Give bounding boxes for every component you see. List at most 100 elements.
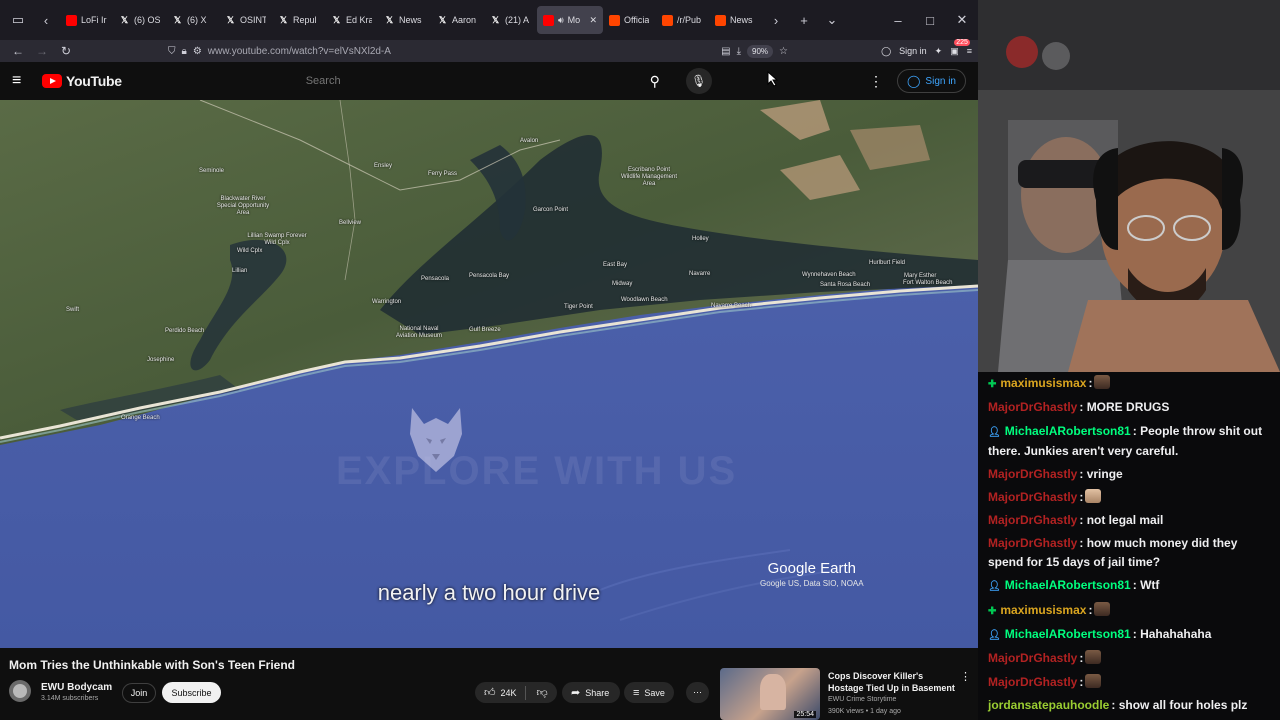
recommended-video[interactable]: 25:54 Cops Discover Killer's Hostage Tie… bbox=[720, 668, 978, 720]
extensions-icon[interactable]: ✦ bbox=[935, 46, 943, 57]
recommended-kebab-icon[interactable]: ⋮ bbox=[960, 670, 971, 683]
bookmark-star-icon[interactable]: ☆ bbox=[779, 46, 788, 57]
browser-tab[interactable]: 𝕏 Repul bbox=[272, 6, 325, 34]
reddit-favicon-icon bbox=[715, 14, 726, 26]
nav-right: ◯ Sign in ✦ ▣ 225 ≡ bbox=[881, 38, 972, 57]
list-tabs-icon[interactable]: ⌄ bbox=[818, 6, 846, 34]
minimize-icon[interactable]: – bbox=[882, 6, 914, 34]
like-count[interactable]: 24K bbox=[501, 688, 517, 698]
forward-icon[interactable]: → bbox=[30, 41, 54, 61]
scroll-tabs-left-icon[interactable]: ‹ bbox=[32, 6, 60, 34]
reload-icon[interactable]: ↻ bbox=[54, 41, 78, 61]
channel-name[interactable]: EWU Bodycam bbox=[41, 682, 112, 693]
map-place-label: Santa Rosa Beach bbox=[820, 282, 871, 288]
scroll-tabs-right-icon[interactable]: › bbox=[762, 6, 790, 34]
chat-username[interactable]: MajorDrGhastly bbox=[988, 513, 1077, 527]
chat-username[interactable]: MajorDrGhastly bbox=[988, 536, 1077, 550]
browser-tab[interactable]: Officia bbox=[603, 6, 656, 34]
download-icon[interactable]: ⤓ bbox=[737, 46, 741, 57]
account-icon[interactable]: ◯ bbox=[881, 46, 891, 57]
video-title: Mom Tries the Unthinkable with Son's Tee… bbox=[9, 658, 295, 672]
permissions-icon[interactable]: ⚙ bbox=[193, 46, 202, 57]
browser-tab[interactable]: 𝕏 News bbox=[378, 6, 431, 34]
chat-username[interactable]: jordansatepauhoodle bbox=[988, 698, 1109, 712]
map-place-label: Midway bbox=[612, 281, 633, 287]
url-text[interactable]: www.youtube.com/watch?v=elVsNXl2d-A bbox=[208, 46, 391, 57]
browser-tab[interactable]: /r/Pub bbox=[656, 6, 709, 34]
zoom-level[interactable]: 90% bbox=[747, 44, 774, 58]
tab-label: /r/Pub bbox=[677, 15, 702, 25]
recommended-channel[interactable]: EWU Crime Storytime bbox=[828, 696, 896, 703]
search-input[interactable] bbox=[301, 67, 638, 95]
browser-tab[interactable]: 🔊︎ Mo ✕ bbox=[537, 6, 603, 34]
video-player[interactable]: Seminole Blackwater River Special Opportu… bbox=[0, 100, 978, 648]
reddit-favicon-icon bbox=[662, 14, 673, 26]
chat-username[interactable]: MajorDrGhastly bbox=[988, 467, 1077, 481]
tab-label: News bbox=[399, 15, 422, 25]
maximize-icon[interactable]: □ bbox=[914, 6, 946, 34]
app-menu-icon[interactable]: ≡ bbox=[967, 46, 972, 56]
hamburger-menu-icon[interactable]: ≡ bbox=[12, 72, 32, 90]
chat-username[interactable]: MichaelARobertson81 bbox=[1005, 424, 1131, 438]
browser-tab[interactable]: 𝕏 (21) A bbox=[484, 6, 537, 34]
extension-badge-icon[interactable]: ▣ 225 bbox=[950, 38, 970, 57]
chat-username[interactable]: MajorDrGhastly bbox=[988, 400, 1077, 414]
chat-message: MajorDrGhastly: bbox=[988, 671, 1272, 694]
lock-icon[interactable]: 🔒︎ bbox=[182, 46, 187, 57]
browser-tab[interactable]: LoFi Ir bbox=[60, 6, 113, 34]
settings-kebab-icon[interactable]: ⋮ bbox=[869, 73, 883, 90]
x-logo-icon: 𝕏 bbox=[332, 14, 341, 25]
subscribe-button[interactable]: Subscribe bbox=[162, 682, 221, 703]
close-window-icon[interactable]: ✕ bbox=[946, 6, 978, 34]
map-place-label: East Bay bbox=[603, 262, 628, 268]
browser-tab[interactable]: 𝕏 (6) X bbox=[166, 6, 219, 34]
browser-tab[interactable]: 𝕏 (6) OS bbox=[113, 6, 166, 34]
search-icon[interactable]: ⚲ bbox=[638, 67, 672, 95]
chat-text: : Wtf bbox=[1132, 578, 1160, 593]
more-actions-icon[interactable]: ⋯ bbox=[686, 682, 709, 703]
user-badge-icon: 👤︎ bbox=[988, 581, 1001, 593]
map-place-label: Swift bbox=[66, 307, 80, 313]
chat-emote-icon bbox=[1094, 601, 1111, 616]
webcam-image bbox=[978, 0, 1280, 372]
close-tab-icon[interactable]: ✕ bbox=[589, 15, 597, 26]
chat-username[interactable]: maximusismax bbox=[1000, 376, 1086, 390]
youtube-play-icon bbox=[42, 74, 62, 88]
back-icon[interactable]: ← bbox=[6, 41, 30, 61]
browser-window: ▭ ‹ LoFi Ir 𝕏 (6) OS 𝕏 (6) X 𝕏 OSINT 𝕏 Repul 𝕏 Ed … bbox=[0, 0, 978, 720]
share-button[interactable]: ➦ Share bbox=[562, 682, 620, 703]
microphone-icon[interactable]: 🎙︎ bbox=[685, 68, 712, 94]
yt-sign-in-button[interactable]: ◯ Sign in bbox=[896, 69, 966, 93]
chat-username[interactable]: MajorDrGhastly bbox=[988, 490, 1077, 504]
join-button[interactable]: Join bbox=[122, 683, 156, 703]
browser-tab[interactable]: 𝕏 Aaron bbox=[431, 6, 484, 34]
tab-overview-icon[interactable]: ▭ bbox=[4, 6, 32, 34]
map-place-label: Seminole bbox=[199, 168, 225, 174]
tab-label: (6) X bbox=[187, 15, 207, 25]
channel-avatar[interactable] bbox=[9, 680, 31, 702]
chat-message: MajorDrGhastly: bbox=[988, 647, 1272, 670]
url-bar[interactable]: ⛉ 🔒︎ ⚙ www.youtube.com/watch?v=elVsNXl2d… bbox=[168, 41, 788, 61]
chat-username[interactable]: MichaelARobertson81 bbox=[1005, 627, 1131, 641]
chat-username[interactable]: MajorDrGhastly bbox=[988, 651, 1077, 665]
tab-audio-icon[interactable]: 🔊︎ bbox=[558, 15, 564, 26]
chat-username[interactable]: maximusismax bbox=[1000, 603, 1086, 617]
browser-sign-in[interactable]: Sign in bbox=[899, 46, 927, 56]
chat-username[interactable]: MichaelARobertson81 bbox=[1005, 578, 1131, 592]
shield-icon[interactable]: ⛉ bbox=[168, 46, 176, 57]
youtube-logo[interactable]: YouTube bbox=[42, 73, 122, 89]
chat-emote-icon bbox=[1085, 673, 1102, 688]
browser-tab[interactable]: News bbox=[709, 6, 762, 34]
browser-tab[interactable]: 𝕏 Ed Kra bbox=[325, 6, 378, 34]
x-logo-icon: 𝕏 bbox=[120, 14, 129, 25]
new-tab-icon[interactable]: + bbox=[790, 6, 818, 34]
thumbs-down-icon[interactable]: 👎︎ bbox=[537, 686, 548, 699]
browser-tab[interactable]: 𝕏 OSINT bbox=[219, 6, 272, 34]
reader-view-icon[interactable]: ▤ bbox=[721, 46, 730, 57]
recommended-thumbnail[interactable]: 25:54 bbox=[720, 668, 820, 720]
recommended-title[interactable]: Cops Discover Killer's Hostage Tied Up i… bbox=[828, 670, 956, 694]
save-button[interactable]: ≡ Save bbox=[624, 682, 674, 703]
thumbs-up-icon[interactable]: 👍︎ bbox=[484, 686, 496, 699]
map-place-label: National Naval Aviation Museum bbox=[396, 326, 442, 339]
chat-username[interactable]: MajorDrGhastly bbox=[988, 675, 1077, 689]
